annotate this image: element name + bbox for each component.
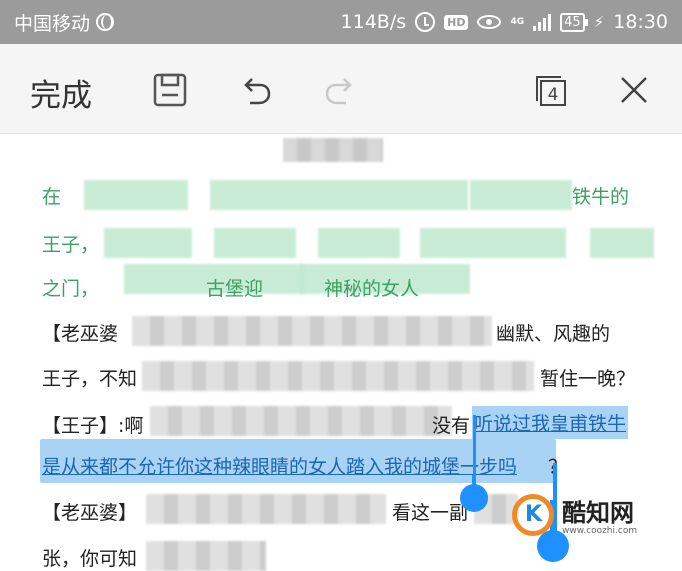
signal-icon bbox=[533, 13, 552, 31]
text-line-6-middle: 没有 bbox=[432, 415, 471, 437]
blurred-region bbox=[318, 228, 400, 258]
carrier-name: 中国移动 bbox=[14, 12, 91, 35]
redo-icon[interactable] bbox=[320, 70, 360, 110]
blurred-region bbox=[150, 406, 452, 436]
eye-icon bbox=[477, 15, 502, 29]
text-line-5: 王子，不知 bbox=[42, 368, 138, 390]
blurred-region bbox=[420, 228, 566, 258]
battery-level: 45 bbox=[564, 14, 581, 30]
text-line-9: 张，你可知 bbox=[42, 548, 138, 570]
selection-start-handle[interactable] bbox=[459, 475, 490, 513]
blurred-title bbox=[283, 138, 383, 162]
battery-icon: 45 bbox=[560, 12, 588, 32]
blurred-region bbox=[104, 228, 192, 258]
blurred-region bbox=[210, 180, 468, 210]
blurred-region bbox=[590, 228, 654, 258]
text-line-6: 【王子】:啊 bbox=[42, 415, 144, 437]
watermark-logo-icon bbox=[512, 493, 554, 536]
watermark-title: 酷知网 bbox=[562, 499, 634, 527]
blurred-region bbox=[142, 361, 534, 391]
status-right: 114B/s HD 4G 45 ⚡ 18:30 bbox=[341, 11, 668, 33]
blurred-region bbox=[146, 541, 266, 571]
text-line-3-middle: 古堡迎 bbox=[206, 278, 264, 300]
tabs-count: 4 bbox=[548, 85, 559, 105]
watermark: 酷知网 www.coozhi.com bbox=[512, 493, 637, 536]
text-line-4-end: 幽默、风趣的 bbox=[496, 323, 611, 345]
text-line-2: 王子， bbox=[42, 234, 100, 256]
text-line-3-end: 神秘的女人 bbox=[324, 278, 420, 300]
text-line-1: 在 bbox=[42, 186, 62, 208]
done-button[interactable]: 完成 bbox=[30, 70, 92, 115]
close-icon[interactable] bbox=[614, 70, 654, 110]
blurred-region bbox=[146, 494, 386, 524]
charging-icon: ⚡ bbox=[593, 13, 605, 31]
text-line-8-end: 看这一副 bbox=[392, 502, 469, 524]
blurred-region bbox=[470, 180, 572, 210]
watermark-text: 酷知网 www.coozhi.com bbox=[562, 493, 637, 536]
clock: 18:30 bbox=[613, 11, 668, 33]
text-line-8: 【老巫婆】 bbox=[42, 502, 138, 524]
network-type: 4G bbox=[510, 16, 525, 27]
document-content[interactable]: 在 铁牛的 王子， 之门， 古堡迎 神秘的女人 【老巫婆 幽默、风趣的 王子，不… bbox=[0, 134, 682, 571]
watermark-url: www.coozhi.com bbox=[562, 526, 638, 536]
blurred-region bbox=[214, 228, 296, 258]
text-line-1-end: 铁牛的 bbox=[572, 186, 630, 208]
text-line-5-end: 暂住一晚？ bbox=[540, 368, 636, 390]
text-line-3: 之门， bbox=[42, 278, 100, 300]
network-speed: 114B/s bbox=[340, 11, 407, 33]
blurred-region bbox=[84, 180, 188, 210]
globe-icon bbox=[96, 13, 115, 31]
hd-icon: HD bbox=[444, 14, 469, 30]
text-line-7-end: ？ bbox=[548, 456, 568, 478]
tabs-icon[interactable]: 4 bbox=[532, 70, 572, 110]
alarm-icon bbox=[415, 12, 436, 32]
status-left: 中国移动 bbox=[14, 9, 115, 36]
status-bar: 中国移动 114B/s HD 4G 45 ⚡ 18:30 bbox=[0, 0, 682, 44]
save-icon[interactable] bbox=[150, 70, 190, 110]
editor-toolbar: 完成 4 bbox=[0, 44, 682, 134]
selected-text-line-2[interactable]: 是从来都不允许你这种辣眼睛的女人踏入我的城堡一步吗 bbox=[42, 452, 517, 479]
blurred-region bbox=[132, 316, 492, 346]
selected-text-line-1[interactable]: 听说过我皇甫铁牛 bbox=[472, 406, 629, 439]
text-line-4: 【老巫婆 bbox=[42, 323, 119, 345]
undo-icon[interactable] bbox=[236, 70, 276, 110]
